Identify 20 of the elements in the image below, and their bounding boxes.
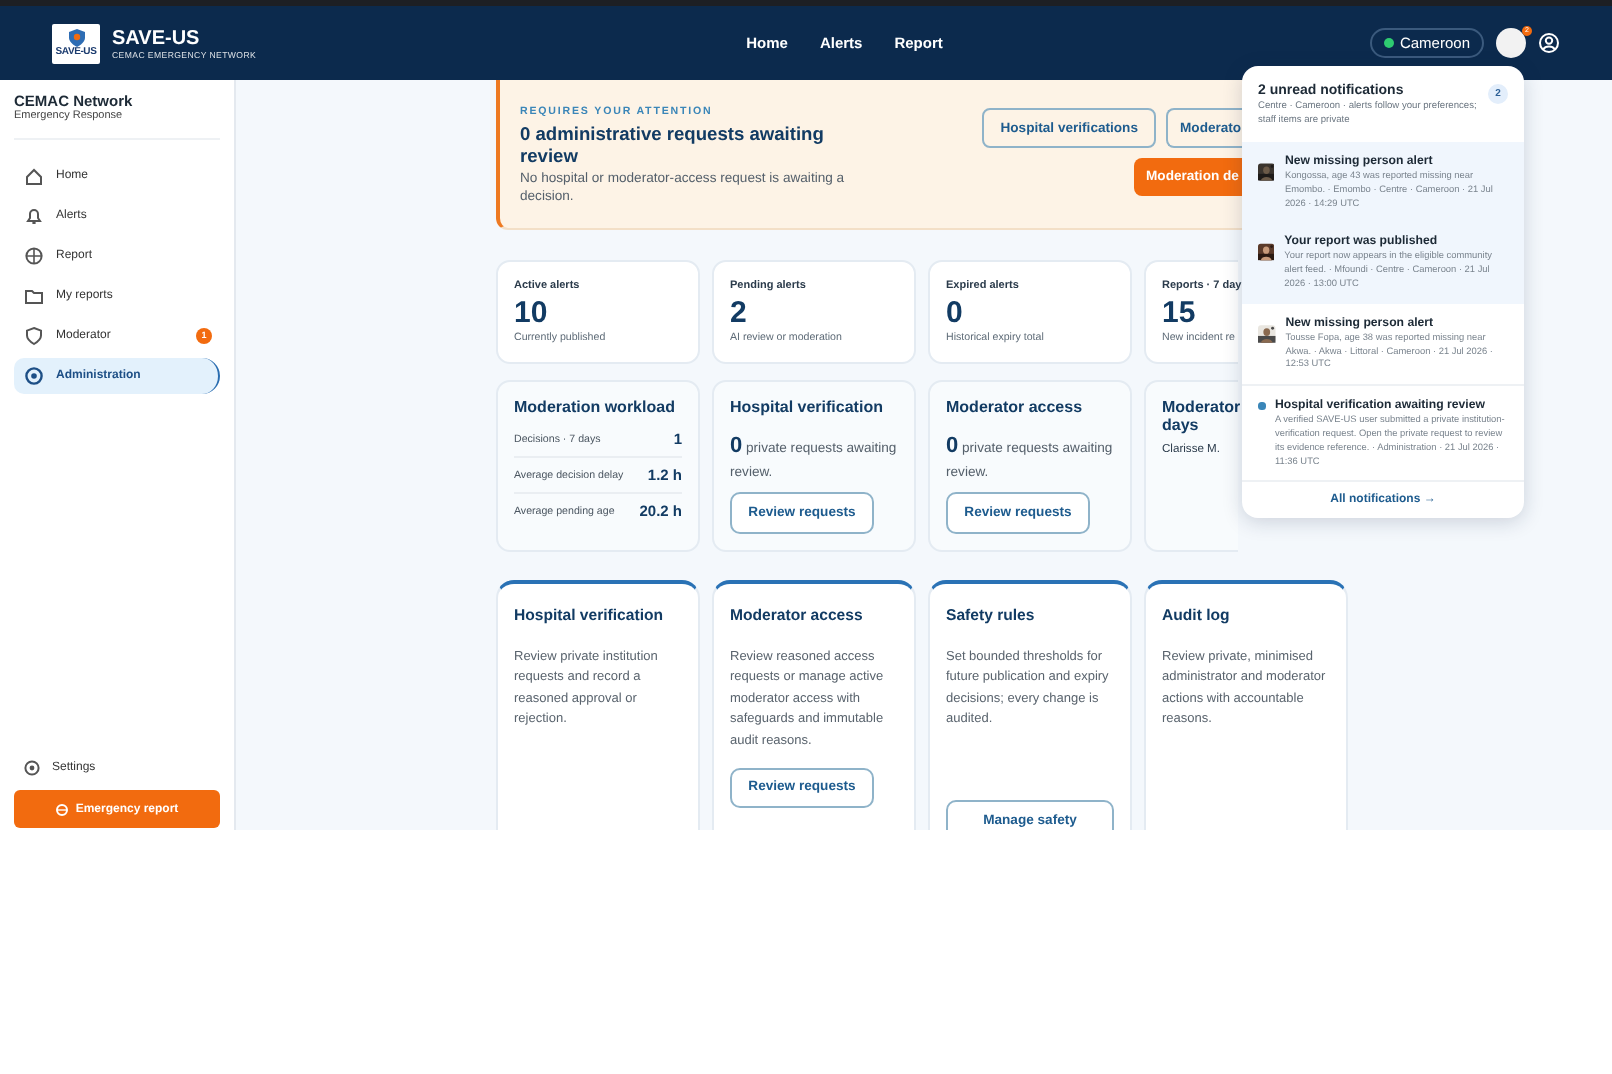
stat-value: 2 — [730, 296, 749, 330]
home-icon — [24, 166, 44, 186]
panel-title: Moderation workload — [514, 398, 677, 417]
stat-value: 0 — [946, 296, 965, 330]
status-dot — [1383, 38, 1394, 48]
panel-title: Hospital verification — [730, 398, 885, 417]
settings-icon — [24, 760, 40, 776]
folder-icon — [24, 286, 44, 306]
panel-title: Moderator access — [946, 398, 1085, 417]
unread-dot — [1258, 402, 1265, 410]
shield-icon — [24, 326, 44, 346]
stat-value: 10 — [514, 296, 550, 330]
bell-icon — [24, 206, 44, 226]
panel-title: Moderator days — [1162, 398, 1242, 435]
user-icon[interactable] — [1538, 32, 1560, 54]
stat-value: 15 — [1162, 296, 1198, 330]
brand-name: SAVE-US — [112, 27, 202, 49]
target-icon — [24, 366, 44, 386]
shield-icon — [67, 28, 85, 48]
banner-title: 0 administrative requests awaiting review — [520, 124, 826, 167]
